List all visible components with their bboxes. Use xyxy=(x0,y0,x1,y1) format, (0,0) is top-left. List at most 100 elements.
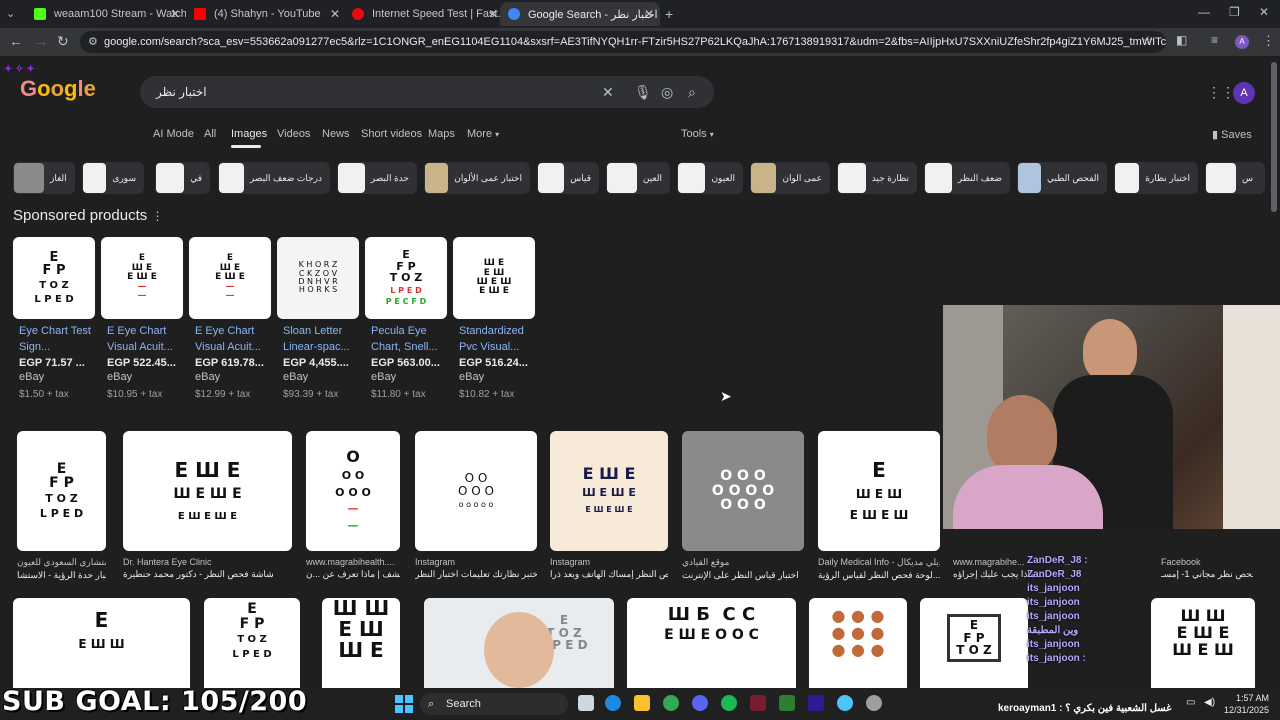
tab-maps[interactable]: Maps xyxy=(428,128,455,140)
task-view-icon[interactable] xyxy=(578,695,594,711)
more-options-icon[interactable]: ⋮ xyxy=(151,209,163,223)
image-result[interactable]: O O OO O O OO O O موقع القيادي اختبار قي… xyxy=(682,431,804,581)
search-icon[interactable]: ⌕ xyxy=(688,84,696,101)
filter-chip[interactable]: سورى xyxy=(82,162,144,194)
discord-icon[interactable] xyxy=(692,695,708,711)
sponsored-product-card[interactable]: K H O R ZC K Z O VD N H V RH O R K S Slo… xyxy=(277,237,359,412)
tab-short-videos[interactable]: Short videos xyxy=(361,128,422,140)
filter-chip[interactable]: الغاز xyxy=(13,162,75,194)
browser-profile-avatar[interactable]: A xyxy=(1235,35,1249,49)
close-icon[interactable]: ✕ xyxy=(488,7,498,21)
voice-search-icon[interactable]: 🎙 xyxy=(634,84,652,101)
volume-icon[interactable]: ◀) xyxy=(1204,697,1215,708)
image-result[interactable]: EF PT O ZL P E D xyxy=(204,598,300,688)
media-controls-icon[interactable]: ≡ xyxy=(1211,33,1218,47)
image-result[interactable]: EШ E ШE Ш E Ш Daily Medical Info - ديلي … xyxy=(818,431,940,581)
bookmark-star-icon[interactable]: ☆ xyxy=(1142,33,1154,49)
image-result[interactable]: O OO O Oo o o o o Instagram اختبر نظارتك… xyxy=(415,431,537,581)
premiere-icon[interactable] xyxy=(808,695,824,711)
sponsored-product-card[interactable]: EF PT O ZL P E D Eye Chart Test Sign... … xyxy=(13,237,95,412)
filter-chip[interactable]: قياس xyxy=(537,162,599,194)
sponsored-product-card[interactable]: EШ EE Ш E — — E Eye Chart Visual Acuit... … xyxy=(189,237,271,412)
image-result[interactable]: E Ш EШ E Ш EE Ш E Ш E Instagram فحص النظ… xyxy=(550,431,668,581)
tab-fast-com[interactable]: Internet Speed Test | Fast.com ✕ xyxy=(344,2,504,26)
tab-news[interactable]: News xyxy=(322,128,350,140)
extensions-icon[interactable]: ◧ xyxy=(1176,33,1187,47)
image-result[interactable]: ET O ZL P E D xyxy=(424,598,614,688)
windows-start-icon[interactable] xyxy=(395,695,413,713)
app-icon[interactable] xyxy=(837,695,853,711)
filter-chip[interactable]: س xyxy=(1205,162,1265,194)
tools-button[interactable]: Tools ▾ xyxy=(681,128,714,140)
address-bar[interactable]: ⚙ google.com/search?sca_esv=553662a09127… xyxy=(80,31,1166,53)
image-result[interactable]: EF PT O ZL P E D الاستشاري السعودي للعيو… xyxy=(17,431,106,581)
forward-icon[interactable]: → xyxy=(34,33,48,49)
image-result[interactable]: EE Ш Ш xyxy=(13,598,190,688)
search-query-text: اختبار نظر xyxy=(156,85,207,99)
spotify-icon[interactable] xyxy=(721,695,737,711)
search-input[interactable] xyxy=(140,76,714,108)
browser-menu-icon[interactable]: ⋮ xyxy=(1262,33,1275,49)
back-icon[interactable]: ← xyxy=(9,33,23,49)
file-explorer-icon[interactable] xyxy=(634,695,650,711)
app-icon[interactable] xyxy=(750,695,766,711)
sponsored-product-card[interactable]: EШ EE Ш E — — E Eye Chart Visual Acuit... … xyxy=(101,237,183,412)
image-result[interactable]: Ш ШE Ш EШ E Ш xyxy=(1151,598,1255,688)
filter-chip[interactable]: العيون xyxy=(677,162,743,194)
tab-more[interactable]: More ▾ xyxy=(467,128,499,140)
new-tab-icon[interactable]: + xyxy=(665,6,673,22)
tab-search-icon[interactable]: ⌄ xyxy=(6,7,15,20)
result-thumbnail: OO OO O O — — xyxy=(306,431,400,551)
clear-search-icon[interactable]: ✕ xyxy=(602,84,614,101)
apps-grid-icon[interactable]: ⋮⋮ xyxy=(1207,84,1235,101)
chrome-icon[interactable] xyxy=(663,695,679,711)
google-logo[interactable]: ✦ ✧ ✦ Google xyxy=(4,64,96,102)
tab-ai-mode[interactable]: AI Mode xyxy=(153,128,194,140)
filter-chip[interactable]: في xyxy=(155,162,210,194)
filter-chip[interactable]: ضعف النظر xyxy=(924,162,1010,194)
filter-chip[interactable]: حدة البصر xyxy=(337,162,417,194)
tab-all[interactable]: All xyxy=(204,128,216,140)
chip-thumbnail xyxy=(751,163,777,193)
network-icon[interactable]: ▭ xyxy=(1186,697,1195,708)
close-icon[interactable]: ✕ xyxy=(330,7,340,21)
filter-chip[interactable]: عمى الوان xyxy=(750,162,830,194)
close-icon[interactable]: ✕ xyxy=(170,7,180,21)
lens-search-icon[interactable]: ◎ xyxy=(661,84,673,101)
taskbar-search-box[interactable]: ⌕ Search xyxy=(420,693,568,715)
chat-ticker: keroayman1 : غسل الشعبية فين بكري ؟ xyxy=(998,703,1172,714)
filter-chip[interactable]: درجات ضعف البصر xyxy=(218,162,330,194)
filter-chip[interactable]: اختبار عمى الألوان xyxy=(424,162,530,194)
saves-button[interactable]: ▮ Saves xyxy=(1212,128,1252,141)
product-image: EF PT O ZL P E D xyxy=(13,237,95,319)
sponsored-product-card[interactable]: EF PT O ZL P E DP E C F D Pecula Eye Cha… xyxy=(365,237,447,412)
filter-chip[interactable]: الفحص الطبي xyxy=(1017,162,1107,194)
tab-kick-stream[interactable]: weaam100 Stream - Watch Live ✕ xyxy=(26,2,186,26)
close-icon[interactable]: ✕ xyxy=(644,7,654,21)
reload-icon[interactable]: ↻ xyxy=(57,33,69,50)
filter-chip[interactable]: العين xyxy=(606,162,670,194)
window-close-icon[interactable]: ✕ xyxy=(1259,5,1269,19)
edge-icon[interactable] xyxy=(605,695,621,711)
restore-icon[interactable]: ❐ xyxy=(1229,5,1240,19)
app-icon[interactable] xyxy=(779,695,795,711)
minimize-icon[interactable]: — xyxy=(1198,5,1210,19)
sponsored-product-card[interactable]: Ш EE ШШ E ШE Ш E Standardized Pvc Visual… xyxy=(453,237,535,412)
site-info-icon[interactable]: ⚙ xyxy=(88,31,98,53)
image-result[interactable]: OO OO O O — — www.magrabihealth.... اكتشف … xyxy=(306,431,400,581)
image-result[interactable]: Ш ШE ШШ E xyxy=(322,598,400,688)
taskbar-clock[interactable]: 1:57 AM 12/31/2025 xyxy=(1224,692,1269,716)
account-avatar[interactable]: A xyxy=(1233,82,1255,104)
tab-images[interactable]: Images xyxy=(231,128,267,140)
image-result[interactable]: ● ● ● ● ● ● ● ● ● xyxy=(809,598,907,688)
tab-youtube[interactable]: (4) Shahyn - YouTube ✕ xyxy=(186,2,346,26)
image-result[interactable]: EF PT O Z xyxy=(920,598,1028,688)
image-result[interactable]: Ш Б C CE Ш E O O C xyxy=(627,598,796,688)
tab-videos[interactable]: Videos xyxy=(277,128,310,140)
image-result[interactable]: E Ш EШ E Ш EE Ш E Ш E Dr. Hantera Eye Cl… xyxy=(123,431,292,581)
filter-chip[interactable]: اختبار نظارة xyxy=(1114,162,1198,194)
app-icon[interactable] xyxy=(866,695,882,711)
tab-google-search[interactable]: Google Search - اختبار نظر ✕ xyxy=(500,2,660,26)
page-scrollbar[interactable] xyxy=(1271,62,1277,212)
filter-chip[interactable]: نظارة جيد xyxy=(837,162,917,194)
